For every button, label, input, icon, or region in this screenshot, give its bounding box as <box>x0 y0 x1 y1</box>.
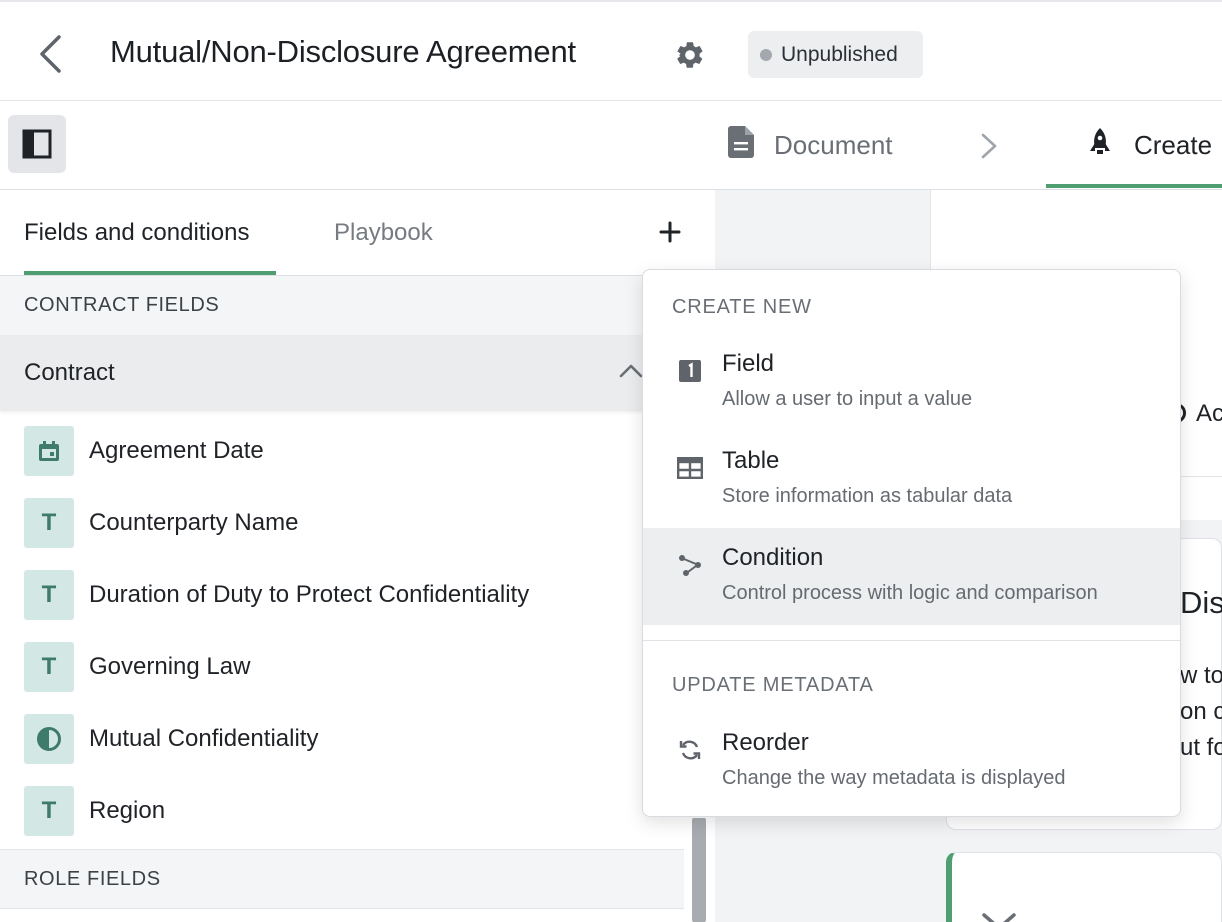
menu-item-reorder[interactable]: Reorder Change the way metadata is displ… <box>643 713 1180 810</box>
active-step-underline <box>1046 184 1222 188</box>
tab-playbook[interactable]: Playbook <box>334 190 433 275</box>
field-label: Mutual Confidentiality <box>89 725 319 752</box>
field-label: Region <box>89 797 166 824</box>
add-button[interactable] <box>652 214 688 250</box>
menu-item-title: Field <box>722 350 775 377</box>
preview-heading: Dis <box>1180 585 1222 620</box>
role-fields-heading: ROLE FIELDS <box>0 849 684 909</box>
menu-item-description: Control process with logic and compariso… <box>722 582 1098 604</box>
menu-divider <box>643 640 1180 641</box>
step-document-label: Document <box>774 129 893 160</box>
contract-fields-heading: CONTRACT FIELDS <box>0 276 684 336</box>
half-circle-icon <box>24 714 74 764</box>
menu-item-description: Store information as tabular data <box>722 485 1013 507</box>
tab-fields-and-conditions[interactable]: Fields and conditions <box>24 190 249 275</box>
field-label: Duration of Duty to Protect Confidential… <box>89 581 530 608</box>
step-document[interactable]: Document <box>728 101 893 189</box>
top-header: Mutual/Non-Disclosure Agreement Unpublis… <box>0 0 1222 101</box>
update-metadata-heading: UPDATE METADATA <box>672 674 874 696</box>
step-create-label: Create <box>1134 129 1213 160</box>
field-row-duration[interactable]: T Duration of Duty to Protect Confidenti… <box>0 559 684 631</box>
panel-tabs: Fields and conditions Playbook <box>0 190 713 276</box>
calendar-icon <box>24 426 74 476</box>
reorder-icon <box>677 737 703 763</box>
fields-panel: Fields and conditions Playbook CONTRACT … <box>0 190 714 922</box>
contract-group-header[interactable]: Contract <box>0 335 684 411</box>
numbered-field-icon <box>677 358 703 384</box>
plus-icon <box>659 221 681 243</box>
menu-item-field[interactable]: Field Allow a user to input a value <box>643 334 1180 431</box>
status-badge: Unpublished <box>748 31 923 78</box>
field-label: Counterparty Name <box>89 509 299 536</box>
text-type-icon: T <box>24 570 74 620</box>
chevron-left-icon <box>40 35 61 73</box>
status-label: Unpublished <box>781 42 898 66</box>
close-icon[interactable] <box>980 911 1020 922</box>
sidebar-toggle-button[interactable] <box>8 115 66 173</box>
menu-item-title: Table <box>722 447 780 474</box>
menu-item-condition[interactable]: Condition Control process with logic and… <box>643 528 1180 625</box>
settings-button[interactable] <box>670 35 710 75</box>
field-row-mutual-confidentiality[interactable]: Mutual Confidentiality <box>0 703 684 775</box>
field-row-counterparty-name[interactable]: T Counterparty Name <box>0 487 684 559</box>
preview-card <box>946 852 1222 922</box>
table-icon <box>677 455 703 481</box>
gear-icon <box>677 42 703 68</box>
text-type-icon: T <box>24 642 74 692</box>
menu-item-description: Allow a user to input a value <box>722 388 973 410</box>
rocket-icon <box>1088 127 1112 164</box>
field-label: Governing Law <box>89 653 251 680</box>
scrollbar-thumb[interactable] <box>692 818 706 922</box>
field-row-region[interactable]: T Region <box>0 775 684 847</box>
page-title: Mutual/Non-Disclosure Agreement <box>110 34 576 69</box>
field-row-agreement-date[interactable]: Agreement Date <box>0 415 684 487</box>
menu-item-table[interactable]: Table Store information as tabular data <box>643 431 1180 528</box>
condition-icon <box>677 552 703 578</box>
group-label: Contract <box>24 359 115 386</box>
status-dot <box>760 48 772 61</box>
preview-line: on c <box>1180 698 1222 725</box>
back-button[interactable] <box>30 32 70 76</box>
chevron-right-icon <box>981 133 997 159</box>
sidebar-panel-icon <box>22 129 52 159</box>
preview-line: w to <box>1180 662 1222 689</box>
chevron-up-icon <box>619 364 643 378</box>
preview-line: ut fo <box>1180 734 1222 761</box>
menu-item-title: Reorder <box>722 729 809 756</box>
field-label: Agreement Date <box>89 437 264 464</box>
menu-item-title: Condition <box>722 544 824 571</box>
step-bar: Document Create <box>0 101 1222 190</box>
step-create[interactable]: Create <box>1088 101 1212 189</box>
text-type-icon: T <box>24 498 74 548</box>
create-menu: CREATE NEW Field Allow a user to input a… <box>642 269 1181 817</box>
create-new-heading: CREATE NEW <box>672 296 812 318</box>
text-type-icon: T <box>24 786 74 836</box>
field-row-governing-law[interactable]: T Governing Law <box>0 631 684 703</box>
active-tab-underline <box>24 271 276 275</box>
document-icon <box>728 125 754 165</box>
menu-item-description: Change the way metadata is displayed <box>722 767 1066 789</box>
